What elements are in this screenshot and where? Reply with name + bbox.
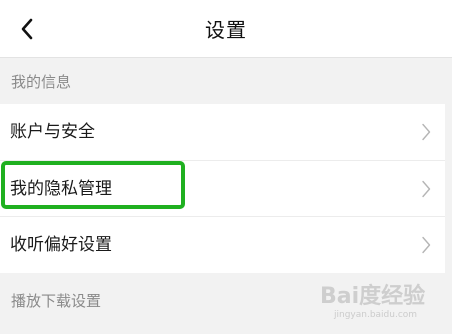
screen-edge	[445, 58, 452, 334]
section-title: 播放下载设置	[11, 292, 102, 310]
page-title: 设置	[205, 18, 247, 42]
settings-item-listening-preferences[interactable]: 收听偏好设置	[0, 217, 445, 273]
settings-item-label: 收听偏好设置	[10, 235, 112, 255]
section-header-my-info: 我的信息	[0, 58, 452, 104]
settings-item-label: 账户与安全	[10, 122, 95, 142]
settings-item-label: 我的隐私管理	[10, 179, 112, 199]
section-header-playback-download: 播放下载设置	[0, 277, 452, 323]
settings-item-privacy-management[interactable]: 我的隐私管理	[0, 161, 445, 217]
chevron-right-icon	[422, 180, 431, 198]
navigation-bar: 设置	[0, 0, 452, 58]
section-title: 我的信息	[11, 73, 72, 91]
settings-item-account-security[interactable]: 账户与安全	[0, 104, 445, 160]
chevron-right-icon	[422, 236, 431, 254]
chevron-right-icon	[422, 123, 431, 141]
